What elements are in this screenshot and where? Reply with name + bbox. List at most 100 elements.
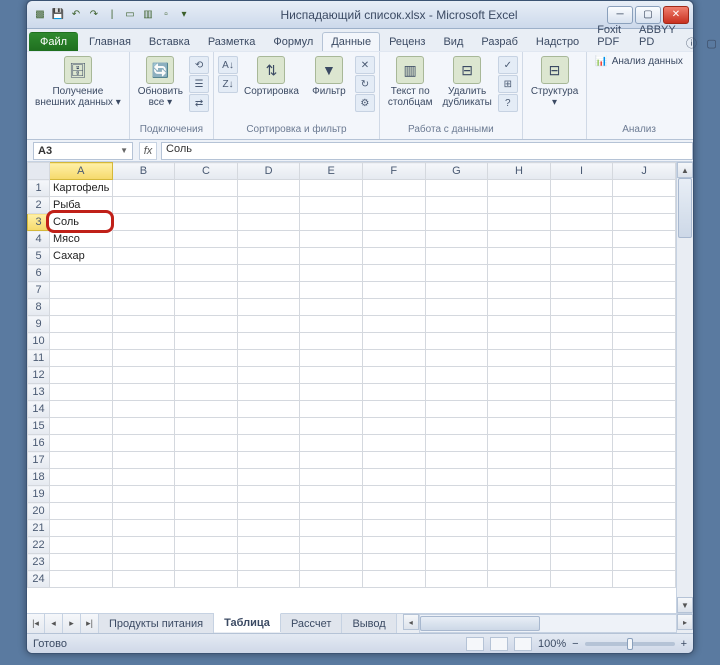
cell-H24[interactable]	[488, 571, 551, 588]
cell-G15[interactable]	[425, 418, 488, 435]
row-header-18[interactable]: 18	[28, 469, 50, 486]
cell-A4[interactable]: Мясо	[50, 231, 113, 248]
cell-F12[interactable]	[362, 367, 425, 384]
cell-C12[interactable]	[175, 367, 238, 384]
properties-icon[interactable]: ☰	[189, 75, 209, 93]
cell-B2[interactable]	[112, 197, 175, 214]
cell-E2[interactable]	[300, 197, 363, 214]
cell-E8[interactable]	[300, 299, 363, 316]
cell-E13[interactable]	[300, 384, 363, 401]
cell-B23[interactable]	[112, 554, 175, 571]
cell-F20[interactable]	[362, 503, 425, 520]
hscroll-thumb[interactable]	[420, 616, 540, 631]
cell-C23[interactable]	[175, 554, 238, 571]
cell-E14[interactable]	[300, 401, 363, 418]
cell-J5[interactable]	[613, 248, 676, 265]
cell-C14[interactable]	[175, 401, 238, 418]
cell-G13[interactable]	[425, 384, 488, 401]
cell-G2[interactable]	[425, 197, 488, 214]
cell-A7[interactable]	[50, 282, 113, 299]
cell-D16[interactable]	[237, 435, 300, 452]
reapply-icon[interactable]: ↻	[355, 75, 375, 93]
text-to-columns-button[interactable]: ▥ Текст по столбцам	[384, 54, 437, 110]
cell-B19[interactable]	[112, 486, 175, 503]
cell-B15[interactable]	[112, 418, 175, 435]
cell-B4[interactable]	[112, 231, 175, 248]
row-header-12[interactable]: 12	[28, 367, 50, 384]
cell-C16[interactable]	[175, 435, 238, 452]
cell-C2[interactable]	[175, 197, 238, 214]
vscroll-thumb[interactable]	[678, 178, 692, 238]
remove-duplicates-button[interactable]: ⊟ Удалить дубликаты	[438, 54, 495, 110]
cell-A22[interactable]	[50, 537, 113, 554]
cell-I3[interactable]	[550, 214, 613, 231]
scroll-right-icon[interactable]: ▸	[677, 614, 693, 630]
cell-G19[interactable]	[425, 486, 488, 503]
cell-A2[interactable]: Рыба	[50, 197, 113, 214]
connections-icon[interactable]: ⟲	[189, 56, 209, 74]
edit-links-icon[interactable]: ⇄	[189, 94, 209, 112]
cell-E4[interactable]	[300, 231, 363, 248]
open-icon[interactable]: ▾	[177, 8, 191, 22]
cell-A11[interactable]	[50, 350, 113, 367]
row-header-4[interactable]: 4	[28, 231, 50, 248]
next-sheet-button[interactable]: ▸	[63, 614, 81, 633]
col-header-H[interactable]: H	[488, 163, 551, 180]
undo-icon[interactable]: ↶	[69, 8, 83, 22]
cell-A3[interactable]: Соль	[50, 214, 113, 231]
tab-foxit[interactable]: Foxit PDF	[588, 20, 630, 51]
minimize-ribbon-icon[interactable]: ▢	[705, 37, 719, 50]
cell-B3[interactable]	[112, 214, 175, 231]
cell-I18[interactable]	[550, 469, 613, 486]
cell-C19[interactable]	[175, 486, 238, 503]
cell-G18[interactable]	[425, 469, 488, 486]
sort-button[interactable]: ⇅ Сортировка	[240, 54, 303, 99]
cell-E22[interactable]	[300, 537, 363, 554]
cell-A12[interactable]	[50, 367, 113, 384]
cell-A9[interactable]	[50, 316, 113, 333]
cell-H10[interactable]	[488, 333, 551, 350]
row-header-3[interactable]: 3	[28, 214, 50, 231]
cell-I16[interactable]	[550, 435, 613, 452]
cell-F24[interactable]	[362, 571, 425, 588]
cell-G16[interactable]	[425, 435, 488, 452]
cell-J14[interactable]	[613, 401, 676, 418]
cell-I12[interactable]	[550, 367, 613, 384]
cell-C18[interactable]	[175, 469, 238, 486]
cell-G17[interactable]	[425, 452, 488, 469]
name-box[interactable]: A3 ▼	[33, 142, 133, 160]
cell-I20[interactable]	[550, 503, 613, 520]
filter-button[interactable]: ▼ Фильтр	[305, 54, 353, 99]
cell-I21[interactable]	[550, 520, 613, 537]
cell-H20[interactable]	[488, 503, 551, 520]
col-header-E[interactable]: E	[300, 163, 363, 180]
cell-G22[interactable]	[425, 537, 488, 554]
cell-E1[interactable]	[300, 180, 363, 197]
zoom-in-button[interactable]: +	[681, 638, 687, 650]
cell-A5[interactable]: Сахар	[50, 248, 113, 265]
cell-D22[interactable]	[237, 537, 300, 554]
cell-C5[interactable]	[175, 248, 238, 265]
data-analysis-button[interactable]: 📊 Анализ данных	[591, 54, 687, 69]
tab-abbyy[interactable]: ABBYY PD	[630, 20, 685, 51]
print-icon[interactable]: ▭	[123, 8, 137, 22]
cell-J4[interactable]	[613, 231, 676, 248]
cell-F23[interactable]	[362, 554, 425, 571]
col-header-D[interactable]: D	[237, 163, 300, 180]
cell-C10[interactable]	[175, 333, 238, 350]
cell-H16[interactable]	[488, 435, 551, 452]
cell-B5[interactable]	[112, 248, 175, 265]
cell-C17[interactable]	[175, 452, 238, 469]
cell-J23[interactable]	[613, 554, 676, 571]
cell-B14[interactable]	[112, 401, 175, 418]
cell-E6[interactable]	[300, 265, 363, 282]
cell-G1[interactable]	[425, 180, 488, 197]
sheet-tab-0[interactable]: Продукты питания	[99, 614, 214, 633]
cell-E23[interactable]	[300, 554, 363, 571]
zoom-slider[interactable]	[585, 642, 675, 646]
row-header-24[interactable]: 24	[28, 571, 50, 588]
cell-F6[interactable]	[362, 265, 425, 282]
cell-B22[interactable]	[112, 537, 175, 554]
cell-B9[interactable]	[112, 316, 175, 333]
get-external-data-button[interactable]: 🗄 Получение внешних данных ▾	[31, 54, 125, 110]
